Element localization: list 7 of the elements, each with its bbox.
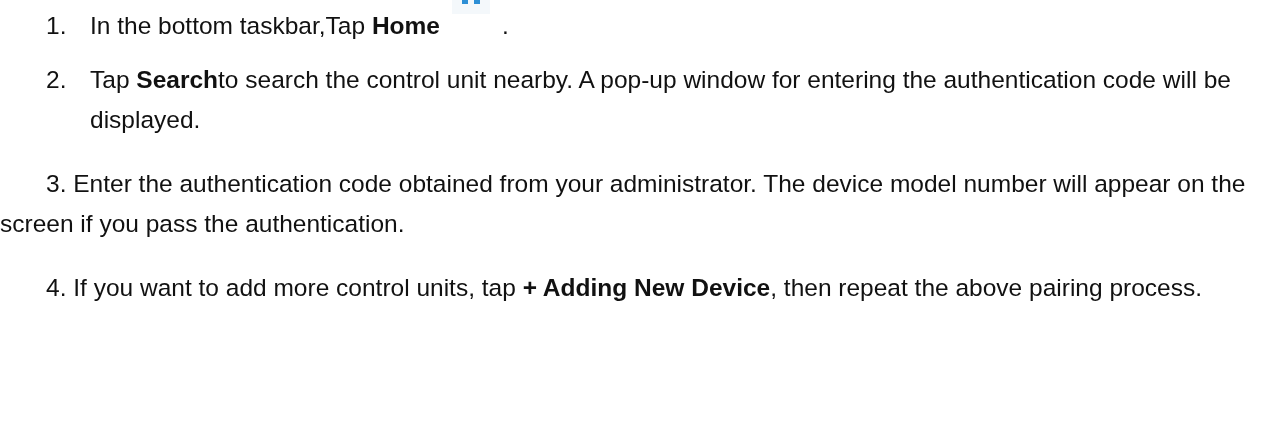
period-text: . (502, 11, 509, 41)
step-text: In the bottom taskbar,Tap Home (90, 11, 440, 41)
step-number: 2. (46, 65, 68, 95)
step-paragraph: 3. Enter the authentication code obtained from your administrator. The device model number will appear on the screen if you pass the authentication. (0, 169, 1247, 239)
step-number: 1. (46, 11, 68, 41)
step-paragraph: 4. If you want to add more control units, tap + Adding New Device, then repeat the above pairing process. (45, 273, 1203, 303)
step-text: Tap Searchto search the control unit nearby. A pop-up window for entering the authentication code will be displayed. (90, 65, 1232, 135)
